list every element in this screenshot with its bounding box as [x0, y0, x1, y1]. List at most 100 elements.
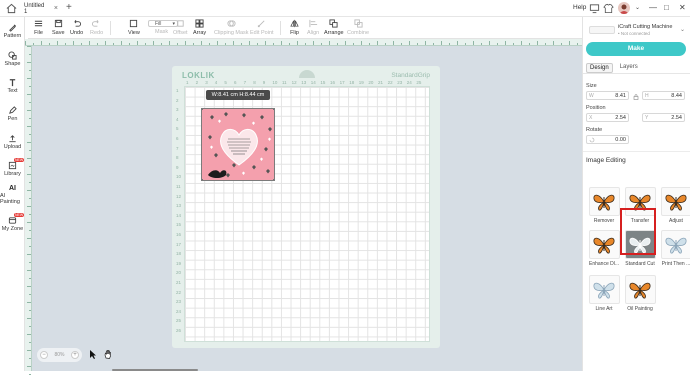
new-tab-button[interactable]: +: [66, 2, 72, 13]
y-key: Y: [645, 115, 648, 121]
image-tool-print-then[interactable]: Print Then ...: [659, 230, 690, 267]
select-pointer-icon[interactable]: [88, 349, 98, 360]
left-sidebar: Pattern Shape Text Pen Upload NEW Librar…: [0, 17, 25, 371]
my-zone-icon: [8, 216, 17, 225]
rotate-field[interactable]: 0.00: [586, 135, 629, 144]
position-x-field[interactable]: X 2.54: [586, 113, 629, 122]
lock-icon[interactable]: [633, 94, 639, 100]
sidebar-item-pen[interactable]: Pen: [0, 106, 25, 122]
ruler-tick: [27, 286, 31, 287]
zoom-out-button[interactable]: −: [40, 351, 48, 359]
image-tool-line-art[interactable]: Line Art: [587, 275, 621, 312]
highlight-box: [620, 208, 656, 255]
ruler-tick: [249, 41, 250, 45]
sidebar-item-upload[interactable]: Upload: [0, 134, 25, 150]
undo-button[interactable]: Undo: [70, 19, 83, 36]
width-value: 8.41: [615, 93, 626, 99]
mat-column-number: 21: [378, 80, 383, 85]
zoom-in-button[interactable]: +: [71, 351, 79, 359]
zoom-value: 80%: [54, 352, 64, 358]
tool-label: Enhance Dl...: [589, 261, 619, 267]
butterfly-icon: [628, 280, 652, 300]
height-field[interactable]: H 8.44: [642, 91, 685, 100]
toolbar-divider: [110, 21, 111, 35]
ruler-tick: [513, 43, 514, 45]
arrange-button[interactable]: Arrange: [324, 19, 344, 36]
section-divider: [583, 151, 690, 152]
flip-button[interactable]: Flip: [290, 19, 299, 36]
ruler-tick: [361, 41, 362, 45]
close-window-button[interactable]: ✕: [679, 3, 686, 12]
help-link[interactable]: Help: [573, 4, 586, 11]
mat-column-number: 12: [292, 80, 297, 85]
combine-button[interactable]: Combine: [347, 19, 369, 36]
hand-pan-icon[interactable]: [103, 349, 113, 360]
sidebar-item-my-zone[interactable]: NEW My Zone: [0, 216, 25, 232]
avatar[interactable]: [618, 2, 630, 14]
butterfly-thumbnail: [589, 230, 620, 259]
image-tool-oil-painting[interactable]: Oil Painting: [623, 275, 657, 312]
sidebar-item-ai-painting[interactable]: AI AI Painting: [0, 185, 25, 205]
document-tab[interactable]: Untitled 1 ×: [20, 0, 58, 17]
combine-icon: [354, 19, 363, 28]
ruler-tick: [497, 43, 498, 45]
mask-button[interactable]: Mask: [155, 29, 168, 35]
tab-design[interactable]: Design: [586, 63, 613, 73]
ruler-tick: [297, 41, 298, 45]
align-button[interactable]: Align: [307, 19, 319, 36]
resize-handle[interactable]: [201, 108, 203, 110]
sidebar-item-pattern[interactable]: Pattern: [0, 23, 25, 39]
mat-row-number: 24: [176, 309, 181, 314]
edit-point-button[interactable]: Edit Point: [250, 19, 274, 36]
monitor-icon[interactable]: [589, 3, 600, 14]
mat-column-number: 16: [330, 80, 335, 85]
ruler-tick: [329, 41, 330, 45]
mat-row-number: 3: [176, 107, 179, 112]
tool-label: Print Then ...: [662, 261, 690, 267]
ruler-tick: [29, 230, 31, 231]
view-button[interactable]: View: [128, 19, 140, 36]
save-button[interactable]: Save: [52, 19, 65, 36]
ruler-tick: [353, 43, 354, 45]
resize-handle[interactable]: [201, 179, 203, 181]
array-button[interactable]: Array: [193, 19, 206, 36]
mat-row-number: 11: [176, 184, 181, 189]
toolbar-divider: [280, 21, 281, 35]
maximize-button[interactable]: □: [664, 3, 669, 12]
view-icon: [129, 19, 138, 28]
resize-handle[interactable]: [273, 179, 275, 181]
file-button[interactable]: File: [34, 19, 43, 36]
file-label: File: [34, 30, 43, 36]
redo-button[interactable]: Redo: [90, 19, 103, 36]
clipping-mask-button[interactable]: Clipping Mask: [214, 19, 249, 36]
tab-layers[interactable]: Layers: [617, 63, 641, 73]
home-icon[interactable]: [6, 3, 17, 14]
position-y-field[interactable]: Y 2.54: [642, 113, 685, 122]
mat-column-number: 25: [416, 80, 421, 85]
shirt-icon[interactable]: [603, 3, 614, 14]
image-tool-adjust[interactable]: Adjust: [659, 187, 690, 224]
selected-design-image[interactable]: [201, 108, 275, 181]
account-chevron-icon[interactable]: ⌄: [635, 4, 640, 11]
sidebar-item-library[interactable]: NEW Library: [0, 161, 25, 177]
ruler-tick: [177, 43, 178, 45]
ruler-tick: [29, 86, 31, 87]
machine-selector[interactable]: iCraft Cutting Machine • Not connected ⌄: [589, 22, 685, 37]
array-icon: [195, 19, 204, 28]
ruler-tick: [27, 334, 31, 335]
tab-close-icon[interactable]: ×: [54, 5, 58, 12]
sidebar-item-shape[interactable]: Shape: [0, 51, 25, 67]
offset-button[interactable]: Offset: [173, 19, 188, 36]
resize-handle[interactable]: [273, 108, 275, 110]
mat-column-number: 19: [359, 80, 364, 85]
image-tool-remover[interactable]: Remover: [587, 187, 621, 224]
ruler-tick: [385, 43, 386, 45]
array-label: Array: [193, 30, 206, 36]
width-field[interactable]: W 8.41: [586, 91, 629, 100]
ruler-tick: [29, 198, 31, 199]
image-tool-enhance-dl[interactable]: Enhance Dl...: [587, 230, 621, 267]
make-button[interactable]: Make: [586, 42, 686, 56]
flip-label: Flip: [290, 30, 299, 36]
sidebar-item-text[interactable]: Text: [0, 78, 25, 94]
minimize-button[interactable]: —: [649, 3, 657, 12]
